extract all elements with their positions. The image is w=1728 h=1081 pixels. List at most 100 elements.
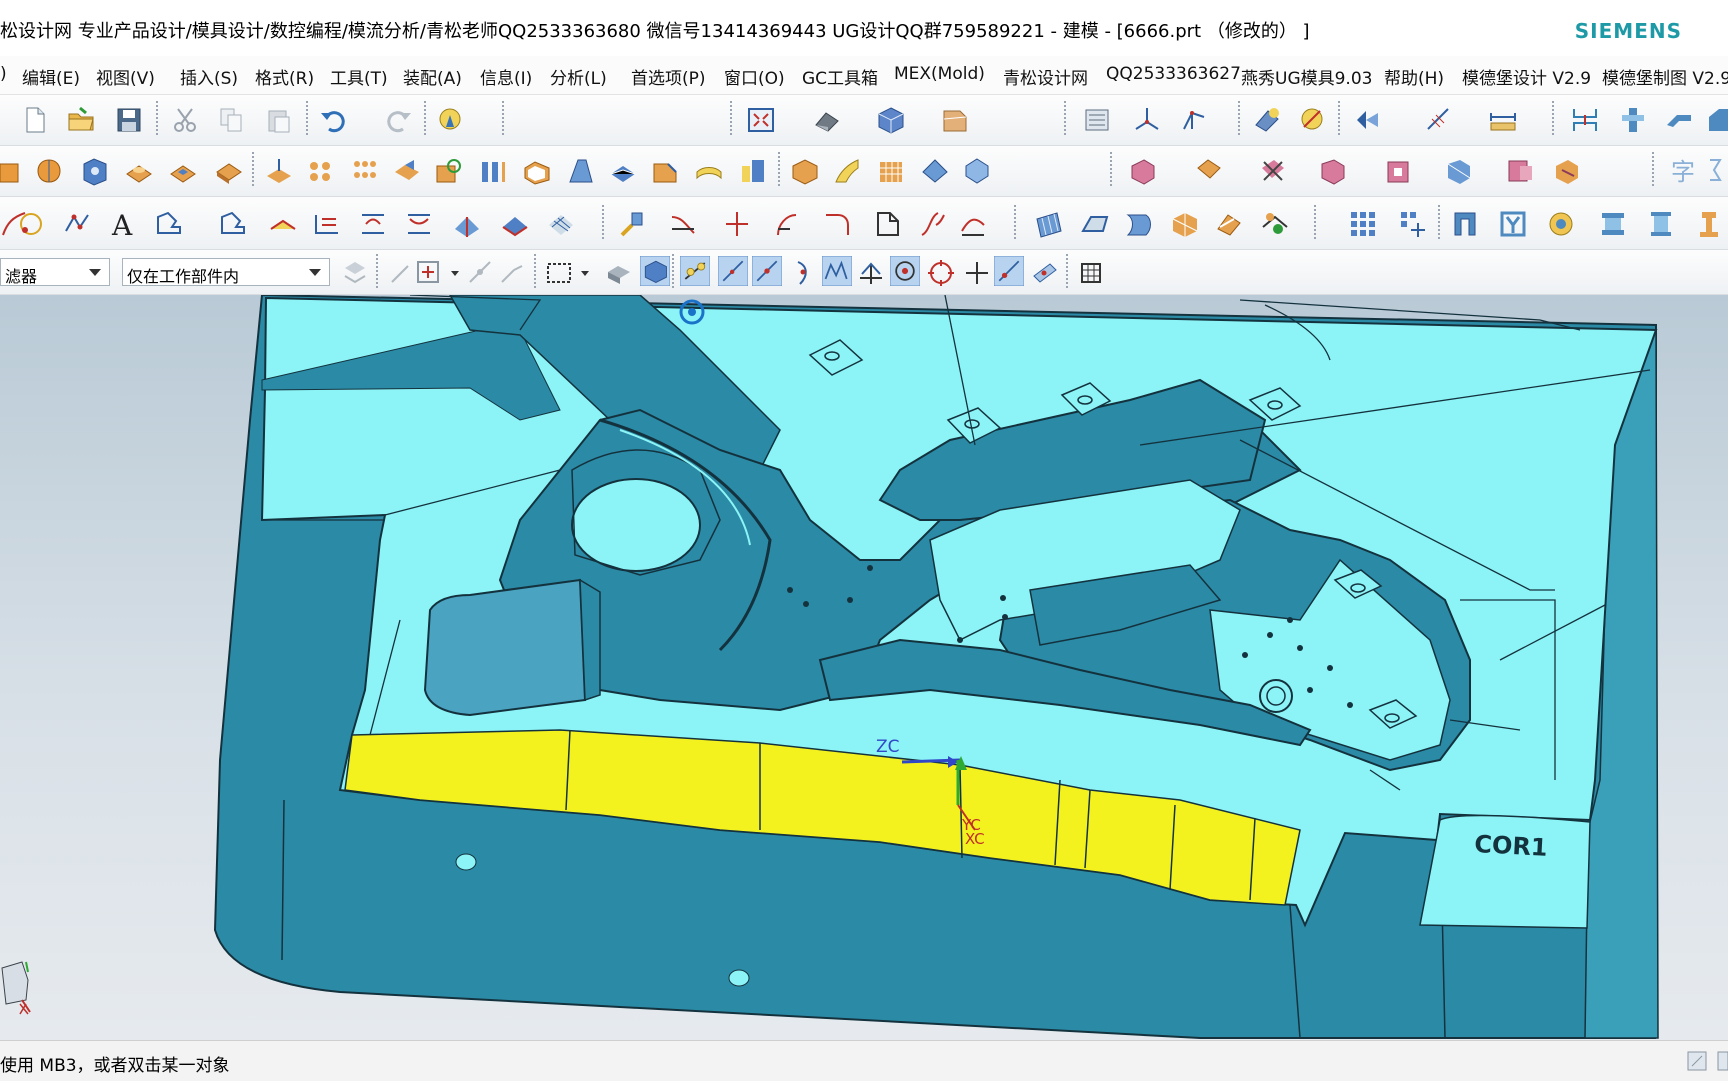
- snap-existing-point-icon[interactable]: [962, 258, 992, 288]
- mold-pin-icon[interactable]: [1694, 209, 1724, 239]
- pattern-geometry-icon[interactable]: [350, 156, 380, 186]
- menu-preferences[interactable]: 首选项(P): [631, 64, 706, 89]
- wcs-orient-icon[interactable]: [1178, 105, 1208, 135]
- menu-window[interactable]: 窗口(O): [724, 64, 785, 89]
- mold-lifter-icon[interactable]: [1706, 105, 1728, 135]
- text-icon[interactable]: A: [110, 209, 140, 239]
- block-icon[interactable]: [790, 156, 820, 186]
- isoparametric-curve-icon[interactable]: [452, 209, 482, 239]
- snap-arc-center-icon[interactable]: [890, 256, 920, 286]
- surface-analysis-icon[interactable]: [1260, 209, 1290, 239]
- menu-modebao-drawing[interactable]: 模德堡制图 V2.9: [1602, 64, 1728, 89]
- face-rule-icon[interactable]: [498, 258, 528, 288]
- sync-delete-face-icon[interactable]: [1258, 156, 1288, 186]
- menu-assemblies[interactable]: 装配(A): [403, 64, 462, 89]
- styled-blend-icon[interactable]: [1170, 209, 1200, 239]
- extract-curve-icon[interactable]: [500, 209, 530, 239]
- menu-modebao-design[interactable]: 模德堡设计 V2.9: [1462, 64, 1591, 89]
- menu-yanxiu-mold[interactable]: 燕秀UG模具9.03: [1241, 64, 1372, 89]
- curve-length-icon[interactable]: [618, 209, 648, 239]
- sweep-icon[interactable]: [738, 156, 768, 186]
- snap-endpoint-icon[interactable]: [680, 256, 710, 286]
- basic-curves-icon[interactable]: [154, 209, 184, 239]
- split-body-icon[interactable]: [478, 156, 508, 186]
- menu-qingsong-design[interactable]: 青松设计网: [1003, 64, 1088, 89]
- draft-icon[interactable]: [566, 156, 596, 186]
- trim-curve-icon[interactable]: [668, 209, 698, 239]
- menu-edit[interactable]: 编辑(E): [22, 64, 80, 89]
- menu-information[interactable]: 信息(I): [480, 64, 532, 89]
- measure-distance-icon[interactable]: [1424, 105, 1454, 135]
- snap-curve-icon[interactable]: [822, 256, 852, 286]
- mold-core-model[interactable]: COR1 ZC YC XC: [0, 295, 1728, 1040]
- cut-icon[interactable]: [170, 105, 200, 135]
- mold-flower-icon[interactable]: [1546, 209, 1576, 239]
- law-extension-icon[interactable]: [1214, 209, 1244, 239]
- mesh-surface-icon[interactable]: [876, 156, 906, 186]
- snap-point-grid-icon[interactable]: [414, 258, 444, 288]
- edit-object-display-icon[interactable]: [1252, 105, 1282, 135]
- snap-point-on-face-icon[interactable]: [1030, 258, 1060, 288]
- mold-plate-icon[interactable]: [1598, 209, 1628, 239]
- offset-face-icon[interactable]: [264, 156, 294, 186]
- undo-icon[interactable]: [318, 105, 348, 135]
- snap-midpoint-icon[interactable]: [752, 256, 782, 286]
- ruler-icon[interactable]: [1488, 105, 1518, 135]
- thicken-icon[interactable]: [694, 156, 724, 186]
- spline-icon[interactable]: [16, 209, 46, 239]
- sync-pull-face-icon[interactable]: [1194, 156, 1224, 186]
- selection-filter-reset-icon[interactable]: [340, 258, 370, 288]
- bounded-plane-icon[interactable]: [1080, 209, 1110, 239]
- trim-body-icon[interactable]: [434, 156, 464, 186]
- menu-help[interactable]: 帮助(H): [1384, 64, 1444, 89]
- layer-settings-icon[interactable]: [1082, 105, 1112, 135]
- menu-gc-toolkit[interactable]: GC工具箱: [802, 64, 878, 89]
- graphics-viewport[interactable]: COR1 ZC YC XC: [0, 295, 1728, 1040]
- menu-analysis[interactable]: 分析(L): [550, 64, 607, 89]
- n-sided-surface-icon[interactable]: [920, 156, 950, 186]
- touch-mode-icon[interactable]: [436, 105, 466, 135]
- menu-insert[interactable]: 插入(S): [180, 64, 238, 89]
- fit-view-icon[interactable]: [746, 105, 776, 135]
- pad-icon[interactable]: [214, 156, 244, 186]
- section-curve-icon[interactable]: [404, 209, 434, 239]
- sync-move-face-icon[interactable]: [1128, 156, 1158, 186]
- chamfer-icon[interactable]: [650, 156, 680, 186]
- menu-qq[interactable]: QQ2533363627: [1106, 64, 1241, 84]
- unite-icon[interactable]: [392, 156, 422, 186]
- status-window-icon[interactable]: [1716, 1046, 1728, 1076]
- type-filter-select[interactable]: 滤器: [0, 258, 110, 286]
- move-object-icon[interactable]: [1352, 105, 1382, 135]
- ruled-surface-icon[interactable]: [1034, 209, 1064, 239]
- menu-format[interactable]: 格式(R): [255, 64, 314, 89]
- redo-icon[interactable]: [384, 105, 414, 135]
- grid-array-icon[interactable]: [1348, 209, 1378, 239]
- snap-pole-icon[interactable]: [1076, 258, 1106, 288]
- select-mode-dropdown-icon[interactable]: [580, 268, 590, 278]
- hide-show-icon[interactable]: [1298, 105, 1328, 135]
- save-icon[interactable]: [114, 105, 144, 135]
- rectangle-select-icon[interactable]: [544, 258, 574, 288]
- wcs-origin-icon[interactable]: [1132, 105, 1162, 135]
- swoop-surface-icon[interactable]: [1124, 209, 1154, 239]
- status-tray-icon[interactable]: [1684, 1046, 1714, 1076]
- shaded-render-icon[interactable]: [812, 105, 842, 135]
- mold-y-slot-icon[interactable]: [1498, 209, 1528, 239]
- edit-curve-params-icon[interactable]: [772, 209, 802, 239]
- smooth-spline-icon[interactable]: [918, 209, 948, 239]
- new-file-icon[interactable]: [20, 105, 50, 135]
- sync-linked-face-icon[interactable]: [1552, 156, 1582, 186]
- snap-dropdown-icon[interactable]: [450, 268, 460, 278]
- mold-insert-icon[interactable]: [1618, 105, 1648, 135]
- select-bodies-icon[interactable]: [640, 256, 670, 286]
- sync-resize-icon[interactable]: [1384, 156, 1414, 186]
- copy-icon[interactable]: [216, 105, 246, 135]
- extrude-icon[interactable]: [0, 156, 30, 186]
- sync-pattern-face-icon[interactable]: [1506, 156, 1536, 186]
- menu-tools[interactable]: 工具(T): [330, 64, 388, 89]
- mold-bracket-icon[interactable]: [1450, 209, 1480, 239]
- fillet-curve-icon[interactable]: [822, 209, 852, 239]
- mold-parting-icon[interactable]: [1570, 105, 1600, 135]
- text-tool-icon[interactable]: 字: [1668, 156, 1698, 186]
- sync-offset-region-icon[interactable]: [1444, 156, 1474, 186]
